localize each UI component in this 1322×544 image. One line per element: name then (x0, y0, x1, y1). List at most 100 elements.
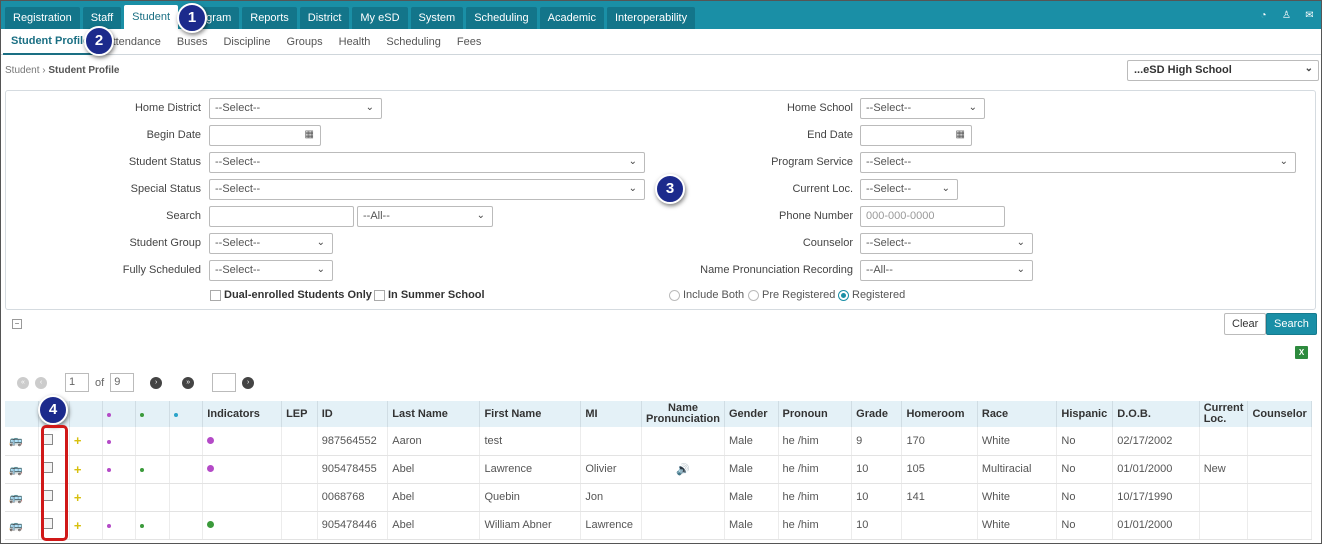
header-dob[interactable]: D.O.B. (1112, 401, 1200, 427)
header-last-name[interactable]: Last Name (387, 401, 481, 427)
cell-last-name[interactable]: Abel (387, 483, 481, 512)
cell-last-name[interactable]: Aaron (387, 427, 481, 456)
cell-last-name[interactable]: Abel (387, 455, 481, 484)
calendar-icon[interactable]: ▦ (305, 129, 314, 140)
tab-student[interactable]: Student (124, 5, 179, 29)
calendar-icon[interactable]: ▦ (956, 129, 965, 140)
tab-scheduling[interactable]: Scheduling (466, 7, 537, 29)
header-indicators[interactable]: Indicators (202, 401, 283, 427)
subtab-health[interactable]: Health (331, 29, 379, 55)
collapse-icon[interactable]: − (12, 319, 22, 329)
name-pronunciation-select[interactable]: --All-- ⌄ (860, 260, 1033, 281)
car-icon[interactable]: 🚌 (9, 520, 23, 532)
header-name-pronunciation[interactable]: Name Pronunciation (641, 401, 725, 427)
add-icon[interactable]: + (74, 433, 82, 448)
breadcrumb-root[interactable]: Student (5, 65, 39, 76)
special-status-label: Special Status (130, 183, 201, 195)
tab-my-esd[interactable]: My eSD (352, 7, 408, 29)
header-gender[interactable]: Gender (724, 401, 779, 427)
add-icon[interactable]: + (74, 462, 82, 477)
header-first-name[interactable]: First Name (479, 401, 582, 427)
header-dot1 (102, 401, 137, 427)
school-select[interactable]: ...eSD High School ⌄ (1127, 60, 1319, 81)
student-status-select[interactable]: --Select-- ⌄ (209, 152, 645, 173)
special-status-select[interactable]: --Select-- ⌄ (209, 179, 645, 200)
program-service-select[interactable]: --Select-- ⌄ (860, 152, 1296, 173)
home-district-select[interactable]: --Select-- ⌄ (209, 98, 382, 119)
radio-dot[interactable] (838, 289, 849, 301)
header-id[interactable]: ID (317, 401, 389, 427)
cell-race: Multiracial (977, 455, 1058, 484)
excel-export-icon[interactable]: X (1295, 346, 1308, 359)
table-row[interactable]: 🚌 + 905478455 Abel Lawrence Olivier 🔊 Ma… (5, 455, 1312, 484)
header-grade[interactable]: Grade (851, 401, 903, 427)
checkbox-box[interactable] (210, 289, 221, 301)
current-loc-select[interactable]: --Select-- ⌄ (860, 179, 958, 200)
mail-icon[interactable]: ✉ (1304, 10, 1315, 21)
home-school-select[interactable]: --Select-- ⌄ (860, 98, 985, 119)
tab-district[interactable]: District (299, 7, 350, 29)
pre-registered-radio[interactable]: Pre Registered (748, 289, 835, 301)
go-icon[interactable]: › (242, 376, 255, 389)
search-input[interactable] (209, 206, 354, 227)
tab-academic[interactable]: Academic (539, 7, 604, 29)
table-row[interactable]: 🚌 + 987564552 Aaron test Male he /him 9 … (5, 427, 1312, 456)
speaker-icon[interactable]: 🔊 (676, 464, 690, 476)
first-page-icon[interactable]: « (17, 376, 29, 389)
search-button[interactable]: Search (1266, 313, 1317, 335)
clear-button[interactable]: Clear (1224, 313, 1267, 335)
header-pronoun[interactable]: Pronoun (778, 401, 853, 427)
last-page-icon[interactable]: » (182, 376, 195, 389)
subtab-discipline[interactable]: Discipline (215, 29, 278, 55)
cell-last-name[interactable]: Abel (387, 511, 481, 540)
cell-gender: Male (724, 511, 779, 540)
chevron-down-icon: ⌄ (628, 156, 637, 167)
add-icon[interactable]: + (74, 490, 82, 505)
header-current-loc[interactable]: Current Loc. (1199, 401, 1249, 427)
phone-number-input[interactable]: 000-000-0000 (860, 206, 1005, 227)
header-dot3 (169, 401, 204, 427)
page-input[interactable]: 1 (65, 373, 89, 392)
subtab-fees[interactable]: Fees (449, 29, 489, 55)
checkbox-box[interactable] (374, 289, 385, 301)
tab-reports[interactable]: Reports (242, 7, 297, 29)
cell-current-loc (1199, 427, 1249, 456)
tab-registration[interactable]: Registration (5, 7, 80, 29)
radio-dot[interactable] (748, 289, 759, 301)
table-row[interactable]: 🚌 + 905478446 Abel William Abner Lawrenc… (5, 511, 1312, 540)
end-date-field[interactable]: ▦ (860, 125, 972, 146)
tab-interoperability[interactable]: Interoperability (606, 7, 696, 29)
dual-enrolled-checkbox[interactable]: Dual-enrolled Students Only (210, 289, 372, 301)
search-scope-select[interactable]: --All-- ⌄ (357, 206, 493, 227)
add-icon[interactable]: + (74, 518, 82, 533)
table-row[interactable]: 🚌 + 0068768 Abel Quebin Jon Male he /him… (5, 483, 1312, 512)
summer-school-checkbox[interactable]: In Summer School (374, 289, 485, 301)
header-race[interactable]: Race (977, 401, 1058, 427)
subtab-groups[interactable]: Groups (279, 29, 331, 55)
header-hispanic[interactable]: Hispanic (1056, 401, 1114, 427)
header-homeroom[interactable]: Homeroom (901, 401, 978, 427)
prev-page-icon[interactable]: ‹ (35, 376, 47, 389)
counselor-label: Counselor (802, 237, 853, 249)
begin-date-field[interactable]: ▦ (209, 125, 321, 146)
user-icon[interactable]: ♙ (1281, 10, 1292, 21)
fully-scheduled-select[interactable]: --Select-- ⌄ (209, 260, 333, 281)
next-page-icon[interactable]: › (150, 376, 163, 389)
tab-system[interactable]: System (410, 7, 464, 29)
car-icon[interactable]: 🚌 (9, 492, 23, 504)
program-service-label: Program Service (771, 156, 853, 168)
page-size-input[interactable] (212, 373, 237, 392)
include-both-radio[interactable]: Include Both (669, 289, 744, 301)
registered-radio[interactable]: Registered (838, 289, 905, 301)
car-icon[interactable]: 🚌 (9, 464, 23, 476)
car-icon[interactable]: 🚌 (9, 435, 23, 447)
callout-3: 3 (655, 174, 685, 204)
header-mi[interactable]: MI (580, 401, 643, 427)
radio-dot[interactable] (669, 289, 680, 301)
student-group-select[interactable]: --Select-- ⌄ (209, 233, 333, 254)
header-lep[interactable]: LEP (281, 401, 318, 427)
counselor-select[interactable]: --Select-- ⌄ (860, 233, 1033, 254)
dashboard-icon[interactable]: ◔ (1258, 10, 1269, 21)
header-counselor[interactable]: Counselor (1247, 401, 1312, 427)
subtab-scheduling[interactable]: Scheduling (378, 29, 448, 55)
